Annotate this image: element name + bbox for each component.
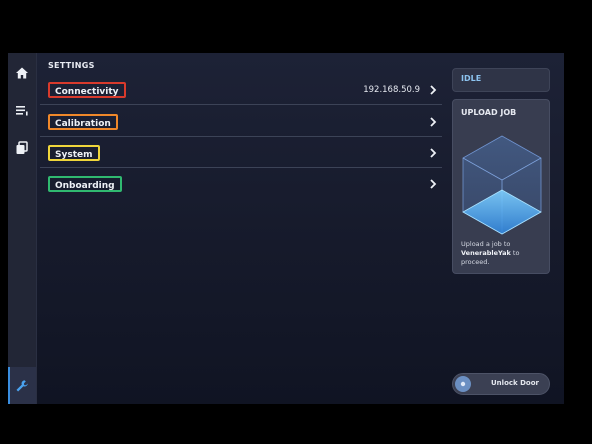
chevron-right-icon: [428, 83, 438, 97]
row-divider: [40, 167, 442, 168]
nav-queue[interactable]: [8, 95, 36, 125]
onboarding-label: Onboarding: [48, 176, 122, 192]
chevron-right-icon: [428, 115, 438, 129]
settings-row-calibration[interactable]: Calibration: [40, 107, 442, 137]
chevron-right-icon: [428, 177, 438, 191]
connectivity-label: Connectivity: [48, 82, 126, 98]
row-divider: [40, 104, 442, 105]
file-icon: [16, 141, 28, 154]
status-card: IDLE: [452, 68, 550, 92]
row-divider: [40, 136, 442, 137]
unlock-door-button[interactable]: Unlock Door: [452, 373, 550, 395]
sidebar: [8, 53, 37, 404]
settings-row-connectivity[interactable]: Connectivity 192.168.50.9: [40, 75, 442, 105]
printer-status: IDLE: [461, 74, 482, 83]
settings-row-onboarding[interactable]: Onboarding: [40, 169, 442, 199]
system-label: System: [48, 145, 100, 161]
nav-home[interactable]: [8, 58, 36, 88]
unlock-door-label: Unlock Door: [491, 379, 539, 387]
wrench-icon: [16, 379, 28, 391]
ip-address: 192.168.50.9: [363, 85, 420, 95]
settings-row-system[interactable]: System: [40, 138, 442, 168]
lock-icon: [455, 376, 471, 392]
build-volume-cube-icon: [462, 135, 542, 235]
printer-touchscreen: SETTINGS Connectivity 192.168.50.9 Calib…: [8, 53, 564, 404]
menu-icon: [16, 106, 28, 116]
upload-job-card: UPLOAD JOB Upload a job to VenerableYak: [452, 99, 550, 274]
page-title: SETTINGS: [48, 61, 95, 70]
upload-job-description: Upload a job to VenerableYak to proceed.: [461, 240, 520, 266]
nav-files[interactable]: [8, 133, 36, 163]
home-icon: [16, 67, 28, 79]
upload-job-title: UPLOAD JOB: [461, 108, 517, 117]
nav-settings[interactable]: [8, 367, 36, 404]
chevron-right-icon: [428, 146, 438, 160]
calibration-label: Calibration: [48, 114, 118, 130]
printer-name: VenerableYak: [461, 249, 511, 257]
